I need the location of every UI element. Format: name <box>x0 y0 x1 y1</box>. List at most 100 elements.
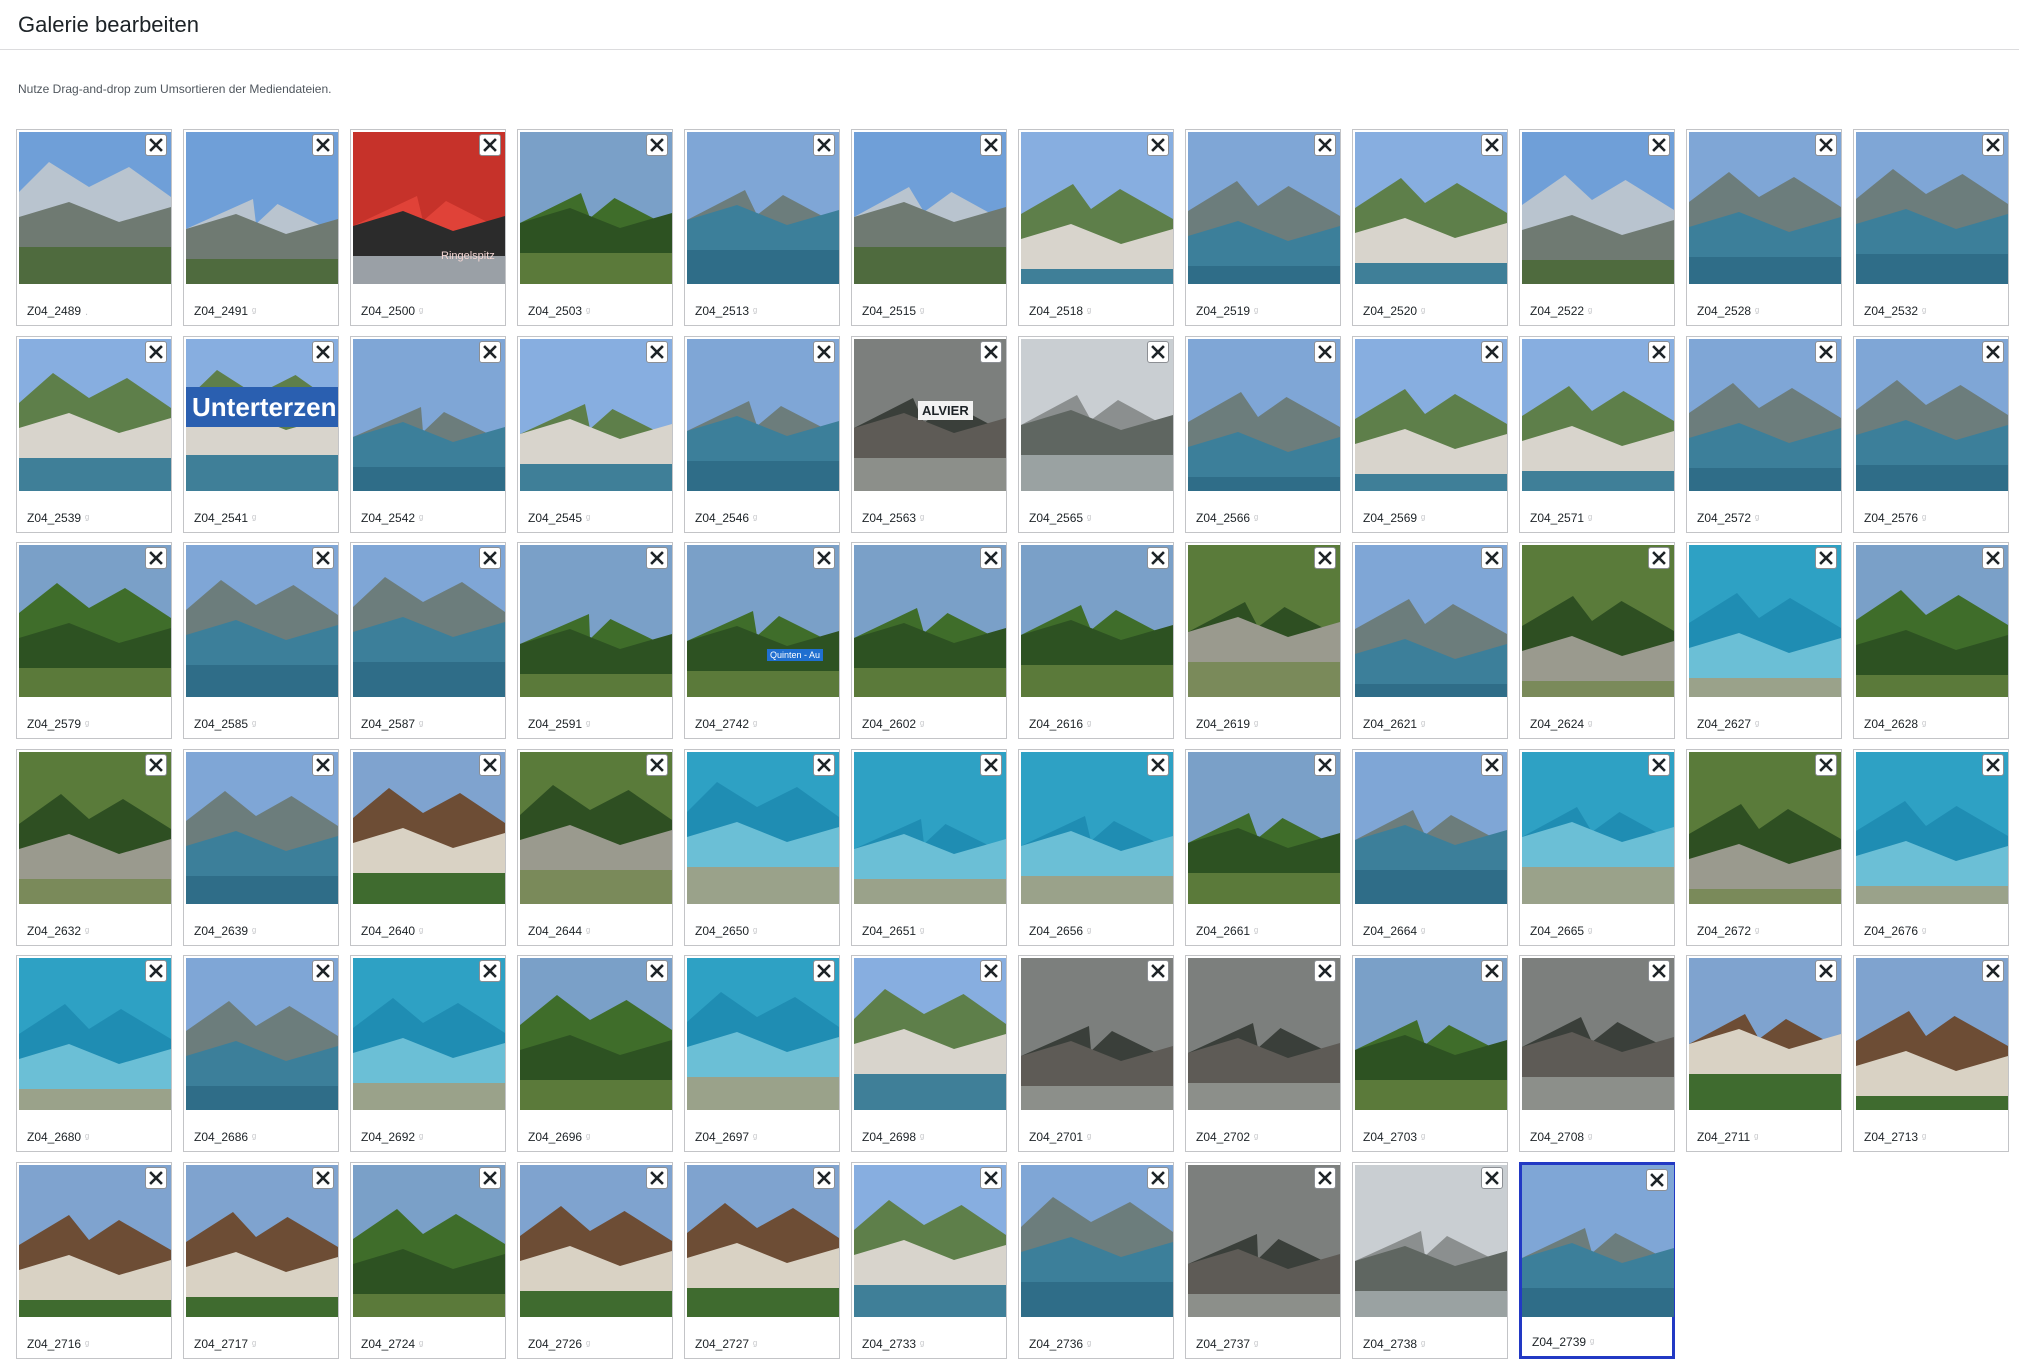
gallery-item[interactable]: Z04_2602 ᵍ <box>851 542 1007 739</box>
gallery-item[interactable]: Z04_2644 ᵍ <box>517 749 673 946</box>
gallery-item[interactable]: Z04_2639 ᵍ <box>183 749 339 946</box>
remove-button[interactable] <box>1481 1167 1503 1189</box>
gallery-item[interactable]: Z04_2624 ᵍ <box>1519 542 1675 739</box>
gallery-item[interactable]: Z04_2696 ᵍ <box>517 955 673 1152</box>
gallery-item[interactable]: Z04_2664 ᵍ <box>1352 749 1508 946</box>
remove-button[interactable] <box>646 1167 668 1189</box>
gallery-item[interactable]: Z04_2716 ᵍ <box>16 1162 172 1359</box>
remove-button[interactable] <box>145 134 167 156</box>
gallery-item[interactable]: Z04_2532 ᵍ <box>1853 129 2009 326</box>
gallery-item[interactable]: Z04_2680 ᵍ <box>16 955 172 1152</box>
remove-button[interactable] <box>312 341 334 363</box>
gallery-item[interactable]: Z04_2565 ᵍ <box>1018 336 1174 533</box>
gallery-item[interactable]: Z04_2703 ᵍ <box>1352 955 1508 1152</box>
remove-button[interactable] <box>1147 547 1169 569</box>
gallery-item[interactable]: Z04_2542 ᵍ <box>350 336 506 533</box>
remove-button[interactable] <box>1982 547 2004 569</box>
remove-button[interactable] <box>1481 960 1503 982</box>
gallery-item[interactable]: Ringelspitz Z04_2500 ᵍ <box>350 129 506 326</box>
gallery-item[interactable]: Z04_2661 ᵍ <box>1185 749 1341 946</box>
gallery-item[interactable]: Z04_2515 ᵍ <box>851 129 1007 326</box>
gallery-item[interactable]: Z04_2738 ᵍ <box>1352 1162 1508 1359</box>
remove-button[interactable] <box>145 754 167 776</box>
remove-button[interactable] <box>1648 754 1670 776</box>
gallery-item[interactable]: Z04_2513 ᵍ <box>684 129 840 326</box>
remove-button[interactable] <box>1646 1169 1668 1191</box>
remove-button[interactable] <box>312 1167 334 1189</box>
gallery-item[interactable]: Z04_2628 ᵍ <box>1853 542 2009 739</box>
remove-button[interactable] <box>479 1167 501 1189</box>
remove-button[interactable] <box>1481 341 1503 363</box>
gallery-item[interactable]: Z04_2539 ᵍ <box>16 336 172 533</box>
gallery-item[interactable]: Z04_2587 ᵍ <box>350 542 506 739</box>
remove-button[interactable] <box>312 754 334 776</box>
remove-button[interactable] <box>813 134 835 156</box>
remove-button[interactable] <box>1815 341 1837 363</box>
gallery-item[interactable]: Z04_2708 ᵍ <box>1519 955 1675 1152</box>
remove-button[interactable] <box>1648 341 1670 363</box>
remove-button[interactable] <box>1147 1167 1169 1189</box>
remove-button[interactable] <box>1481 754 1503 776</box>
gallery-item[interactable]: Z04_2520 ᵍ <box>1352 129 1508 326</box>
remove-button[interactable] <box>646 960 668 982</box>
gallery-item[interactable]: Z04_2739 ᵍ <box>1519 1162 1675 1359</box>
gallery-item[interactable]: Z04_2528 ᵍ <box>1686 129 1842 326</box>
remove-button[interactable] <box>1815 134 1837 156</box>
gallery-item[interactable]: Z04_2702 ᵍ <box>1185 955 1341 1152</box>
gallery-item[interactable]: Unterterzen Z04_2541 ᵍ <box>183 336 339 533</box>
gallery-item[interactable]: Z04_2701 ᵍ <box>1018 955 1174 1152</box>
remove-button[interactable] <box>980 341 1002 363</box>
remove-button[interactable] <box>1147 960 1169 982</box>
gallery-item[interactable]: Z04_2503 ᵍ <box>517 129 673 326</box>
remove-button[interactable] <box>813 341 835 363</box>
remove-button[interactable] <box>813 547 835 569</box>
gallery-item[interactable]: Z04_2733 ᵍ <box>851 1162 1007 1359</box>
gallery-item[interactable]: Z04_2711 ᵍ <box>1686 955 1842 1152</box>
remove-button[interactable] <box>1314 960 1336 982</box>
gallery-item[interactable]: Z04_2591 ᵍ <box>517 542 673 739</box>
remove-button[interactable] <box>813 960 835 982</box>
gallery-item[interactable]: Z04_2726 ᵍ <box>517 1162 673 1359</box>
remove-button[interactable] <box>1481 547 1503 569</box>
remove-button[interactable] <box>646 754 668 776</box>
remove-button[interactable] <box>1648 134 1670 156</box>
remove-button[interactable] <box>1982 134 2004 156</box>
gallery-item[interactable]: Z04_2713 ᵍ <box>1853 955 2009 1152</box>
remove-button[interactable] <box>1481 134 1503 156</box>
gallery-item[interactable]: Z04_2519 ᵍ <box>1185 129 1341 326</box>
gallery-item[interactable]: Z04_2571 ᵍ <box>1519 336 1675 533</box>
remove-button[interactable] <box>145 341 167 363</box>
gallery-item[interactable]: Z04_2698 ᵍ <box>851 955 1007 1152</box>
gallery-item[interactable]: Z04_2579 ᵍ <box>16 542 172 739</box>
gallery-item[interactable]: Z04_2656 ᵍ <box>1018 749 1174 946</box>
remove-button[interactable] <box>1815 547 1837 569</box>
gallery-item[interactable]: Z04_2518 ᵍ <box>1018 129 1174 326</box>
remove-button[interactable] <box>312 960 334 982</box>
gallery-item[interactable]: Z04_2737 ᵍ <box>1185 1162 1341 1359</box>
gallery-item[interactable]: Z04_2546 ᵍ <box>684 336 840 533</box>
remove-button[interactable] <box>479 547 501 569</box>
remove-button[interactable] <box>479 341 501 363</box>
gallery-item[interactable]: Z04_2665 ᵍ <box>1519 749 1675 946</box>
gallery-item[interactable]: ALVIER Z04_2563 ᵍ <box>851 336 1007 533</box>
remove-button[interactable] <box>813 1167 835 1189</box>
remove-button[interactable] <box>479 960 501 982</box>
remove-button[interactable] <box>646 134 668 156</box>
gallery-item[interactable]: Z04_2697 ᵍ <box>684 955 840 1152</box>
remove-button[interactable] <box>145 1167 167 1189</box>
gallery-item[interactable]: Z04_2572 ᵍ <box>1686 336 1842 533</box>
gallery-item[interactable]: Z04_2724 ᵍ <box>350 1162 506 1359</box>
remove-button[interactable] <box>479 754 501 776</box>
gallery-item[interactable]: Quinten - Au Z04_2742 ᵍ <box>684 542 840 739</box>
gallery-item[interactable]: Z04_2576 ᵍ <box>1853 336 2009 533</box>
remove-button[interactable] <box>145 547 167 569</box>
remove-button[interactable] <box>813 754 835 776</box>
gallery-item[interactable]: Z04_2585 ᵍ <box>183 542 339 739</box>
remove-button[interactable] <box>312 547 334 569</box>
remove-button[interactable] <box>1648 960 1670 982</box>
gallery-item[interactable]: Z04_2676 ᵍ <box>1853 749 2009 946</box>
remove-button[interactable] <box>1314 1167 1336 1189</box>
remove-button[interactable] <box>980 134 1002 156</box>
remove-button[interactable] <box>312 134 334 156</box>
remove-button[interactable] <box>1982 341 2004 363</box>
